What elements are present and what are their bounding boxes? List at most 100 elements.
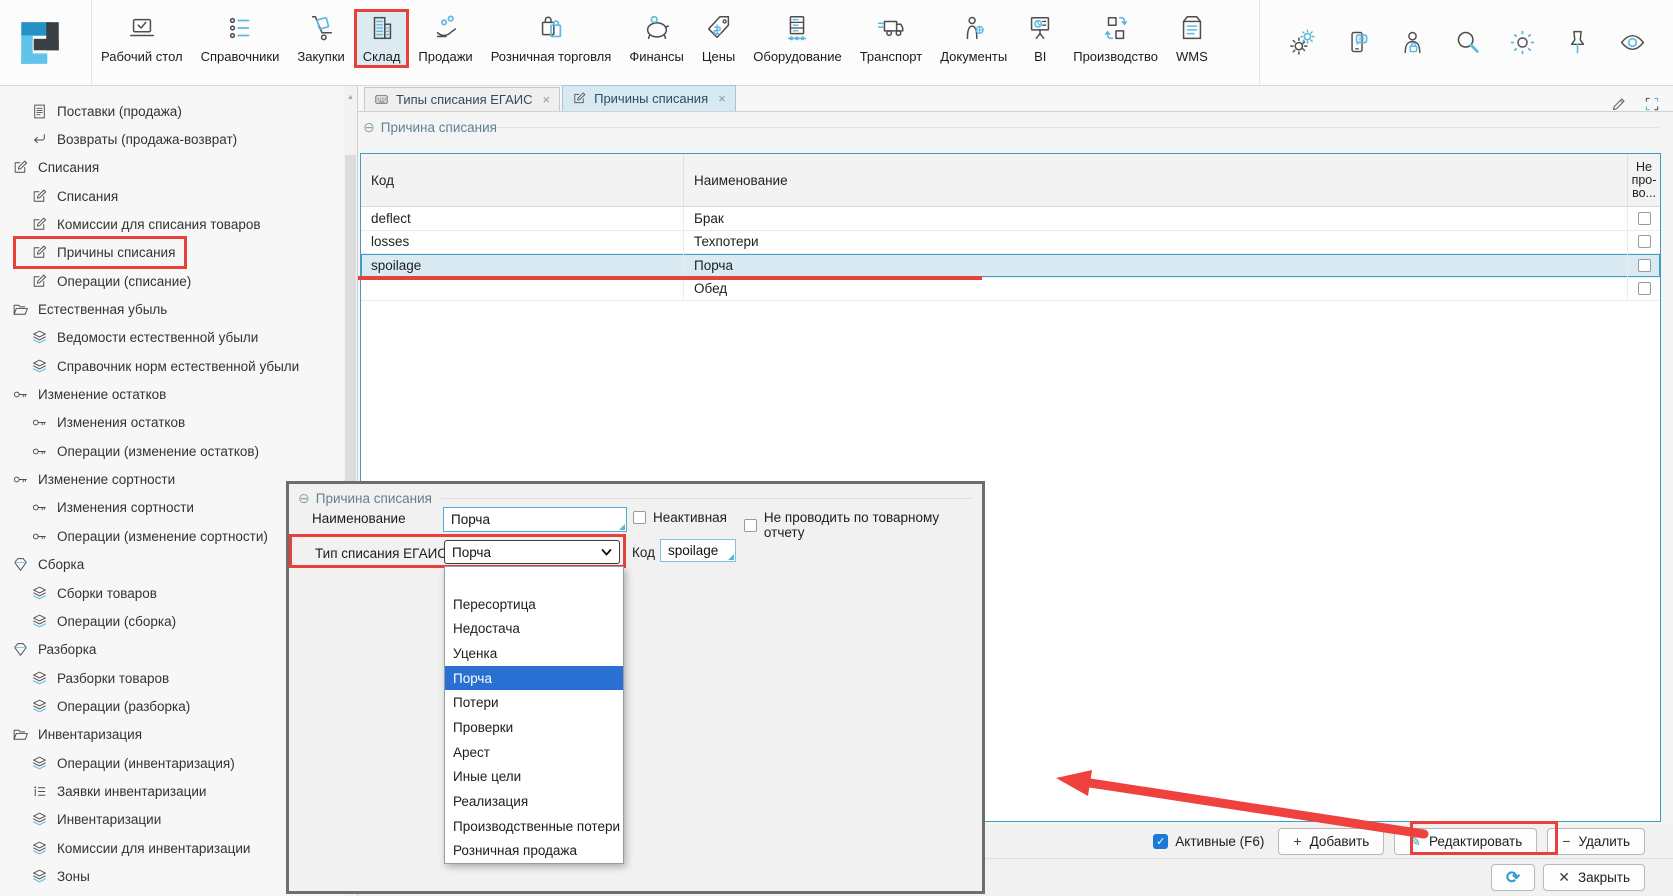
sidebar-item[interactable]: Изменения остатков [0,409,344,437]
module-sales[interactable]: Продажи [409,9,481,68]
dropdown-option[interactable]: Розничная продажа [445,839,623,864]
egais-type-dropdown: ПересортицаНедостачаУценкаПорчаПотериПро… [444,566,624,864]
active-filter-label: Активные (F6) [1175,834,1264,849]
sidebar-item[interactable]: Операции (списание) [0,267,344,295]
edit-mode-icon[interactable] [1610,95,1628,113]
checkbox-unchecked-icon[interactable] [633,511,646,524]
sidebar-item[interactable]: Комиссии для списания товаров [0,210,344,238]
brightness-icon[interactable] [1508,28,1537,57]
module-catalogs[interactable]: Справочники [192,9,289,68]
refresh-icon: ⟳ [1506,868,1520,888]
column-header-code[interactable]: Код [361,154,684,206]
module-equipment[interactable]: Оборудование [744,9,850,68]
table-row[interactable]: Обед [361,278,1660,302]
dropdown-option[interactable] [445,567,623,592]
table-row[interactable]: deflectБрак [361,207,1660,231]
code-field-label: Код [632,545,655,560]
sidebar-item[interactable]: Естественная убыль [0,295,344,323]
transport-icon [876,13,906,43]
sidebar-item[interactable]: Ведомости естественной убыли [0,324,344,352]
cell-name[interactable]: Техпотери [684,231,1628,254]
cell-notpost [1628,254,1660,277]
dropdown-option[interactable]: Арест [445,740,623,765]
dropdown-option[interactable]: Проверки [445,715,623,740]
module-retail[interactable]: Розничная торговля [482,9,621,68]
dropdown-option[interactable]: Реализация [445,789,623,814]
eye-icon[interactable] [1618,28,1647,57]
no-report-checkbox[interactable]: Не проводить по товарному отчету [744,510,982,540]
checkbox-checked-icon[interactable]: ✓ [1153,834,1168,849]
module-wms[interactable]: WMS [1167,9,1217,68]
checkbox-unchecked-icon[interactable] [1638,282,1651,295]
checkbox-unchecked-icon[interactable] [1638,235,1651,248]
module-label: WMS [1176,49,1208,64]
fullscreen-icon[interactable] [1643,95,1661,113]
close-button[interactable]: ✕ Закрыть [1543,864,1645,891]
dropdown-option[interactable]: Производственные потери [445,814,623,839]
pin-icon[interactable] [1563,28,1592,57]
sidebar-item[interactable]: Причины списания [0,239,344,267]
module-finance[interactable]: Финансы [620,9,693,68]
tab-inactive[interactable]: Типы списания ЕГАИС× [364,87,560,111]
delete-button[interactable]: − Удалить [1547,828,1645,855]
sidebar-item[interactable]: Операции (изменение остатков) [0,437,344,465]
module-warehouse[interactable]: Склад [354,9,410,68]
tab-active[interactable]: Причины списания× [562,85,736,111]
sidebar-item[interactable]: Списания [0,182,344,210]
dropdown-option[interactable]: Иные цели [445,765,623,790]
egais-type-select[interactable]: Порча [444,540,620,564]
module-desktop[interactable]: Рабочий стол [92,9,192,68]
cell-name[interactable]: Порча [684,254,1628,277]
sidebar-item[interactable]: Справочник норм естественной убыли [0,352,344,380]
settings-gears-icon[interactable] [1288,28,1317,57]
collapse-icon[interactable]: ⊖ [298,490,310,507]
search-icon[interactable] [1453,28,1482,57]
checkbox-unchecked-icon[interactable] [1638,259,1651,272]
cell-code[interactable]: losses [361,231,684,254]
dropdown-option[interactable]: Потери [445,690,623,715]
sidebar-item-label: Поставки (продажа) [57,104,182,119]
module-bi[interactable]: BI [1016,9,1064,68]
column-header-notpost[interactable]: Не про- во... [1628,154,1660,206]
module-production[interactable]: Производство [1064,9,1167,68]
cell-code[interactable] [361,278,684,301]
name-input[interactable]: Порча [443,507,627,532]
table-row[interactable]: spoilageПорча [361,254,1660,278]
collapse-icon[interactable]: ⊖ [363,119,375,136]
sidebar-item[interactable]: Поставки (продажа) [0,97,344,125]
edit-button[interactable]: ✎ Редактировать [1394,828,1537,855]
refresh-button[interactable]: ⟳ [1491,864,1535,891]
sidebar-item-label: Операции (разборка) [57,699,190,714]
feedback-chat-icon[interactable] [1343,28,1372,57]
cell-code[interactable]: spoilage [361,254,684,277]
checkbox-unchecked-icon[interactable] [1638,212,1651,225]
key-icon [31,499,48,516]
dropdown-option[interactable]: Порча [445,666,623,691]
dropdown-option[interactable]: Недостача [445,616,623,641]
module-purchases[interactable]: Закупки [288,9,353,68]
add-button[interactable]: + Добавить [1278,828,1384,855]
sidebar-item[interactable]: Списания [0,154,344,182]
cell-code[interactable]: deflect [361,207,684,230]
code-input[interactable]: spoilage [660,539,736,562]
dropdown-option[interactable]: Пересортица [445,592,623,617]
user-lock-icon[interactable] [1398,28,1427,57]
sidebar-item-label: Комиссии для списания товаров [57,217,261,232]
cell-name[interactable]: Брак [684,207,1628,230]
table-row[interactable]: lossesТехпотери [361,231,1660,255]
layers-icon [31,585,48,602]
module-transport[interactable]: Транспорт [851,9,932,68]
dropdown-option[interactable]: Уценка [445,641,623,666]
active-filter-checkbox[interactable]: ✓ Активные (F6) [1153,834,1264,849]
column-header-name[interactable]: Наименование [684,154,1628,206]
module-documents[interactable]: Документы [931,9,1016,68]
checkbox-unchecked-icon[interactable] [744,519,757,532]
scrollbar-up-arrow[interactable]: ▲ [344,94,357,101]
cell-name[interactable]: Обед [684,278,1628,301]
module-prices[interactable]: Цены [693,9,744,68]
sidebar-item[interactable]: Возвраты (продажа-возврат) [0,125,344,153]
tab-close-icon[interactable]: × [718,91,726,106]
inactive-checkbox[interactable]: Неактивная [633,510,727,525]
tab-close-icon[interactable]: × [543,92,551,107]
sidebar-item[interactable]: Изменение остатков [0,380,344,408]
